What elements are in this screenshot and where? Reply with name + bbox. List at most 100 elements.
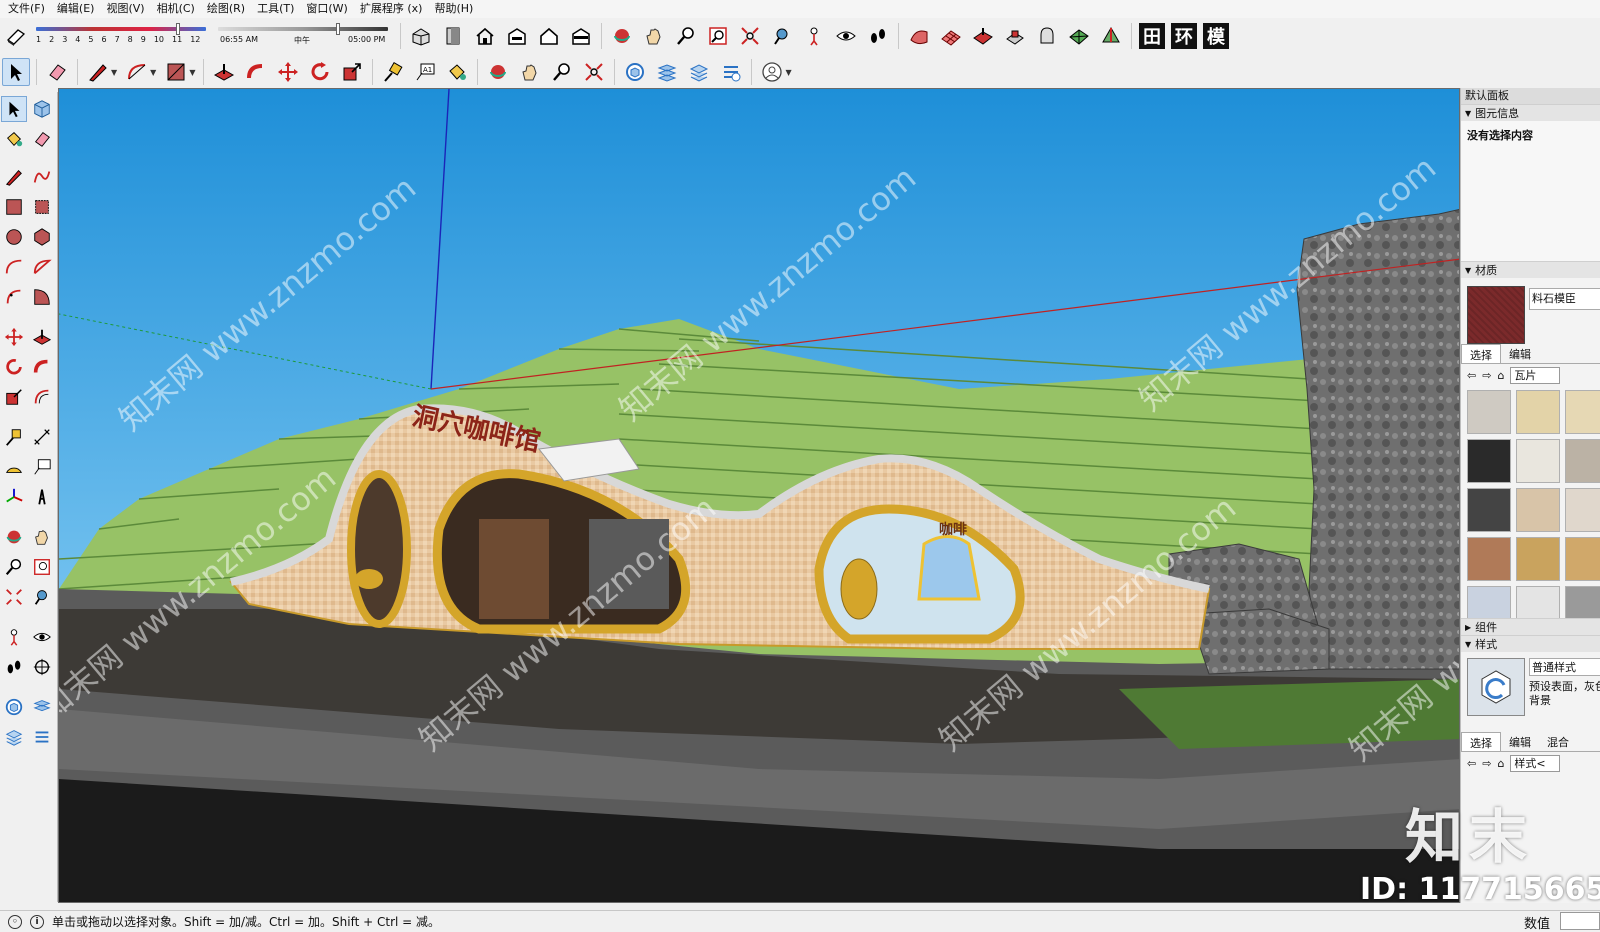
text-tool-button[interactable]: A1 <box>411 58 439 86</box>
look-around-button[interactable] <box>832 22 860 50</box>
add-detail-button[interactable] <box>1065 22 1093 50</box>
smoove-button[interactable] <box>969 22 997 50</box>
entity-info-header[interactable]: ▼ 图元信息 <box>1461 104 1600 121</box>
rotate-tool-button[interactable] <box>306 58 334 86</box>
3d-text-tool[interactable] <box>29 484 55 510</box>
rotate-tool[interactable] <box>1 354 27 380</box>
menu-camera[interactable]: 相机(C) <box>151 0 201 18</box>
forward-arrow-icon[interactable]: ⇨ <box>1482 757 1491 770</box>
materials-header[interactable]: ▼ 材质 <box>1461 261 1600 278</box>
zoom-extents-tool-button[interactable] <box>580 58 608 86</box>
tab-styles-mix[interactable]: 混合 <box>1539 732 1577 751</box>
material-swatch[interactable] <box>1516 586 1560 618</box>
walk-tool[interactable] <box>1 654 27 680</box>
two-point-arc-tool[interactable] <box>29 254 55 280</box>
extension-warehouse-button[interactable] <box>653 58 681 86</box>
eraser-tool[interactable] <box>29 126 55 152</box>
previous-view-button[interactable] <box>768 22 796 50</box>
polygon-tool[interactable] <box>29 224 55 250</box>
back-arrow-icon[interactable]: ⇦ <box>1467 369 1476 382</box>
line-tool[interactable] <box>1 164 27 190</box>
styles-header[interactable]: ▼ 样式 <box>1461 635 1600 652</box>
material-swatch[interactable] <box>1565 586 1600 618</box>
menu-edit[interactable]: 编辑(E) <box>51 0 101 18</box>
circle-tool[interactable] <box>1 224 27 250</box>
send-layout-button[interactable] <box>717 58 745 86</box>
material-category-select[interactable]: 瓦片 <box>1510 366 1561 384</box>
menu-help[interactable]: 帮助(H) <box>428 0 479 18</box>
send-layout-tool[interactable] <box>29 724 55 750</box>
top-view-button[interactable] <box>439 22 467 50</box>
style-collection-select[interactable]: 样式< <box>1510 754 1561 772</box>
position-camera-button[interactable] <box>800 22 828 50</box>
chevron-down-icon[interactable]: ▼ <box>785 68 791 77</box>
home-icon[interactable]: ⌂ <box>1497 757 1504 770</box>
back-view-button[interactable] <box>535 22 563 50</box>
material-swatch[interactable] <box>1467 390 1511 434</box>
select-tool[interactable] <box>1 96 27 122</box>
shadow-time-slider[interactable]: 06:55 AM 中午 05:00 PM <box>218 21 396 51</box>
env-plugin-button[interactable]: 环 <box>1170 22 1198 50</box>
front-view-button[interactable] <box>471 22 499 50</box>
material-swatch[interactable] <box>1516 488 1560 532</box>
menu-view[interactable]: 视图(V) <box>100 0 150 18</box>
pan-tool[interactable] <box>29 524 55 550</box>
shadow-month-slider[interactable]: 1 2 3 4 5 6 7 8 9 10 11 12 <box>36 21 214 51</box>
orbit-tool-button[interactable] <box>484 58 512 86</box>
material-swatch[interactable] <box>1565 488 1600 532</box>
back-arrow-icon[interactable]: ⇦ <box>1467 757 1476 770</box>
follow-me-tool[interactable] <box>29 354 55 380</box>
home-icon[interactable]: ⌂ <box>1497 369 1504 382</box>
menu-tools[interactable]: 工具(T) <box>251 0 300 18</box>
iso-view-button[interactable] <box>407 22 435 50</box>
push-pull-button[interactable] <box>210 58 238 86</box>
zoom-window-button[interactable] <box>704 22 732 50</box>
zoom-button[interactable] <box>672 22 700 50</box>
paint-bucket-tool[interactable] <box>1 126 27 152</box>
chevron-down-icon[interactable]: ▼ <box>111 68 117 77</box>
forward-arrow-icon[interactable]: ⇨ <box>1482 369 1491 382</box>
right-view-button[interactable] <box>503 22 531 50</box>
layers-tool[interactable] <box>1 724 27 750</box>
menu-extensions[interactable]: 扩展程序 (x) <box>354 0 429 18</box>
pan-button[interactable] <box>640 22 668 50</box>
scale-tool[interactable] <box>1 384 27 410</box>
material-swatch[interactable] <box>1565 537 1600 581</box>
material-swatch[interactable] <box>1565 390 1600 434</box>
move-tool[interactable] <box>1 324 27 350</box>
material-swatch[interactable] <box>1516 390 1560 434</box>
stamp-button[interactable] <box>1001 22 1029 50</box>
pie-tool[interactable] <box>29 284 55 310</box>
geolocation-icon[interactable]: ◦ <box>8 914 22 929</box>
rectangle-tool[interactable] <box>1 194 27 220</box>
pan-tool-button[interactable] <box>516 58 544 86</box>
protractor-tool[interactable] <box>1 454 27 480</box>
zoom-extents-tool[interactable] <box>1 584 27 610</box>
menu-draw[interactable]: 绘图(R) <box>201 0 251 18</box>
month-slider-thumb[interactable] <box>176 23 180 35</box>
model-viewport[interactable]: 洞穴咖啡馆 咖啡 知末网 www.znzmo.com 知末网 www.znzmo… <box>58 88 1460 903</box>
sandbox-contours-button[interactable] <box>905 22 933 50</box>
tape-measure-button[interactable] <box>379 58 407 86</box>
previous-view-tool[interactable] <box>29 584 55 610</box>
orbit-tool[interactable] <box>1 524 27 550</box>
tape-measure-tool[interactable] <box>1 424 27 450</box>
walk-button[interactable] <box>864 22 892 50</box>
extension-warehouse-tool[interactable] <box>29 694 55 720</box>
offset-tool[interactable] <box>29 384 55 410</box>
arc-tool-button[interactable] <box>123 58 151 86</box>
material-swatch[interactable] <box>1467 537 1511 581</box>
components-header[interactable]: ▶ 组件 <box>1461 618 1600 635</box>
tab-styles-select[interactable]: 选择 <box>1461 732 1501 751</box>
rotated-rectangle-tool[interactable] <box>29 194 55 220</box>
info-icon[interactable]: i <box>30 914 44 929</box>
rectangle-tool-button[interactable] <box>162 58 190 86</box>
axes-tool[interactable] <box>1 484 27 510</box>
menu-window[interactable]: 窗口(W) <box>300 0 353 18</box>
section-plane-tool[interactable] <box>29 654 55 680</box>
3d-warehouse-button[interactable] <box>621 58 649 86</box>
material-name-field[interactable]: 料石模臣 <box>1529 288 1600 310</box>
material-swatch[interactable] <box>1467 586 1511 618</box>
time-slider-thumb[interactable] <box>336 23 340 35</box>
follow-me-button[interactable] <box>242 58 270 86</box>
